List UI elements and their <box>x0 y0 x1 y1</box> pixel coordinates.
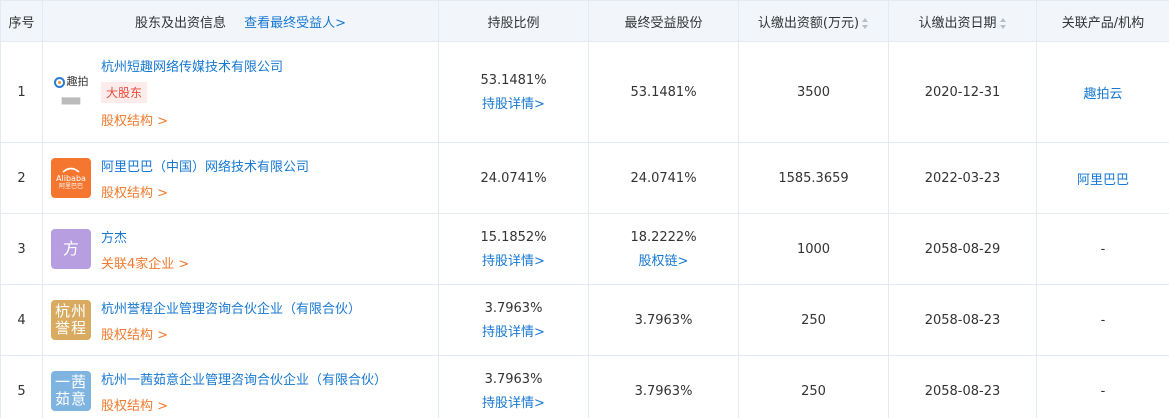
col-holder-header: 股东及出资信息 查看最终受益人> <box>42 0 439 42</box>
related-cell: - <box>1036 213 1169 285</box>
row-index: 4 <box>0 284 43 356</box>
company-logo-icon[interactable]: 一茜茹意 <box>51 371 91 411</box>
ratio-value: 3.7963% <box>484 300 543 316</box>
holding-detail-link[interactable]: 持股详情> <box>482 392 545 411</box>
holder-cell: 杭州誉程 杭州誉程企业管理咨询合伙企业（有限合伙） 股权结构 > <box>42 284 439 356</box>
equity-structure-link[interactable]: 股权结构 > <box>101 395 387 414</box>
table-row: 1 趣拍 ████ 杭州短趣网络传媒技术有限公司 大股东 股权结构 > 53.1… <box>0 41 1169 143</box>
table-row: 3 方 方杰 关联4家企业 > 15.1852% 持股详情> 18.2222% … <box>0 213 1169 285</box>
row-index: 1 <box>0 41 43 143</box>
amount-cell: 250 <box>738 284 889 356</box>
table-row: 2 Alibaba 阿里巴巴 阿里巴巴（中国）网络技术有限公司 股权结构 > 2… <box>0 142 1169 214</box>
related-product-link[interactable]: 阿里巴巴 <box>1077 173 1129 188</box>
equity-chain-link[interactable]: 股权链> <box>639 250 689 269</box>
holder-cell: 方 方杰 关联4家企业 > <box>42 213 439 285</box>
equity-structure-link[interactable]: 股权结构 > <box>101 182 309 201</box>
major-shareholder-badge: 大股东 <box>101 81 148 103</box>
amount-cell: 1585.3659 <box>738 142 889 214</box>
logo-text: 趣拍 <box>66 75 89 88</box>
holder-cell: 一茜茹意 杭州一茜茹意企业管理咨询合伙企业（有限合伙） 股权结构 > <box>42 355 439 418</box>
ratio-cell: 15.1852% 持股详情> <box>438 213 589 285</box>
related-cell: - <box>1036 355 1169 418</box>
related-cell: 趣拍云 <box>1036 41 1169 143</box>
final-shares-value: 18.2222% <box>630 229 697 245</box>
ratio-cell: 3.7963% 持股详情> <box>438 355 589 418</box>
shareholder-table: 序号 股东及出资信息 查看最终受益人> 持股比例 最终受益股份 认缴出资额(万元… <box>0 0 1169 418</box>
ratio-cell: 24.0741% <box>438 142 589 214</box>
logo-subtext: ████ <box>61 98 81 105</box>
col-index-header: 序号 <box>0 0 43 42</box>
table-row: 5 一茜茹意 杭州一茜茹意企业管理咨询合伙企业（有限合伙） 股权结构 > 3.7… <box>0 355 1169 418</box>
final-shares-cell: 18.2222% 股权链> <box>588 213 739 285</box>
person-avatar[interactable]: 方 <box>51 229 91 269</box>
holder-name-link[interactable]: 方杰 <box>101 227 189 246</box>
date-cell: 2020-12-31 <box>888 41 1037 143</box>
logo-text: Alibaba <box>56 174 86 183</box>
related-product-link[interactable]: 趣拍云 <box>1083 87 1122 102</box>
row-index: 3 <box>0 213 43 285</box>
ratio-value: 53.1481% <box>480 72 547 88</box>
date-cell: 2058-08-29 <box>888 213 1037 285</box>
final-shares-cell: 24.0741% <box>588 142 739 214</box>
date-cell: 2058-08-23 <box>888 284 1037 356</box>
col-related-header: 关联产品/机构 <box>1036 0 1169 42</box>
holding-detail-link[interactable]: 持股详情> <box>482 250 545 269</box>
col-amount-header[interactable]: 认缴出资额(万元) <box>738 0 889 42</box>
ratio-value: 15.1852% <box>480 229 547 245</box>
col-ratio-header: 持股比例 <box>438 0 589 42</box>
final-shares-cell: 3.7963% <box>588 284 739 356</box>
holder-name-link[interactable]: 杭州短趣网络传媒技术有限公司 <box>101 56 283 75</box>
date-cell: 2022-03-23 <box>888 142 1037 214</box>
amount-cell: 250 <box>738 355 889 418</box>
col-final-shares-header: 最终受益股份 <box>588 0 739 42</box>
related-companies-link[interactable]: 关联4家企业 > <box>101 253 189 272</box>
sort-icon[interactable] <box>999 17 1007 29</box>
ratio-cell: 3.7963% 持股详情> <box>438 284 589 356</box>
final-shares-cell: 53.1481% <box>588 41 739 143</box>
equity-structure-link[interactable]: 股权结构 > <box>101 110 283 129</box>
holder-cell: Alibaba 阿里巴巴 阿里巴巴（中国）网络技术有限公司 股权结构 > <box>42 142 439 214</box>
sort-icon[interactable] <box>862 17 869 29</box>
table-row: 4 杭州誉程 杭州誉程企业管理咨询合伙企业（有限合伙） 股权结构 > 3.796… <box>0 284 1169 356</box>
company-logo-icon[interactable]: 杭州誉程 <box>51 300 91 340</box>
row-index: 5 <box>0 355 43 418</box>
table-header-row: 序号 股东及出资信息 查看最终受益人> 持股比例 最终受益股份 认缴出资额(万元… <box>0 0 1169 42</box>
ratio-value: 3.7963% <box>484 371 543 387</box>
logo-subtext: 阿里巴巴 <box>58 183 83 190</box>
holding-detail-link[interactable]: 持股详情> <box>482 93 545 112</box>
amount-header-label: 认缴出资额(万元) <box>757 15 860 31</box>
holder-cell: 趣拍 ████ 杭州短趣网络传媒技术有限公司 大股东 股权结构 > <box>42 41 439 143</box>
col-date-header[interactable]: 认缴出资日期 <box>888 0 1037 42</box>
ratio-cell: 53.1481% 持股详情> <box>438 41 589 143</box>
date-header-label: 认缴出资日期 <box>918 15 997 31</box>
holder-name-link[interactable]: 阿里巴巴（中国）网络技术有限公司 <box>101 156 309 175</box>
amount-cell: 1000 <box>738 213 889 285</box>
final-shares-cell: 3.7963% <box>588 355 739 418</box>
alibaba-logo-icon[interactable]: Alibaba 阿里巴巴 <box>51 158 91 198</box>
row-index: 2 <box>0 142 43 214</box>
holding-detail-link[interactable]: 持股详情> <box>482 321 545 340</box>
related-cell: - <box>1036 284 1169 356</box>
holder-header-label: 股东及出资信息 <box>134 15 226 31</box>
amount-cell: 3500 <box>738 41 889 143</box>
related-cell: 阿里巴巴 <box>1036 142 1169 214</box>
holder-name-link[interactable]: 杭州誉程企业管理咨询合伙企业（有限合伙） <box>101 298 361 317</box>
holder-name-link[interactable]: 杭州一茜茹意企业管理咨询合伙企业（有限合伙） <box>101 369 387 388</box>
equity-structure-link[interactable]: 股权结构 > <box>101 324 361 343</box>
qupai-logo-icon[interactable]: 趣拍 ████ <box>51 72 91 112</box>
view-beneficiary-link[interactable]: 查看最终受益人> <box>244 16 346 31</box>
date-cell: 2058-08-23 <box>888 355 1037 418</box>
